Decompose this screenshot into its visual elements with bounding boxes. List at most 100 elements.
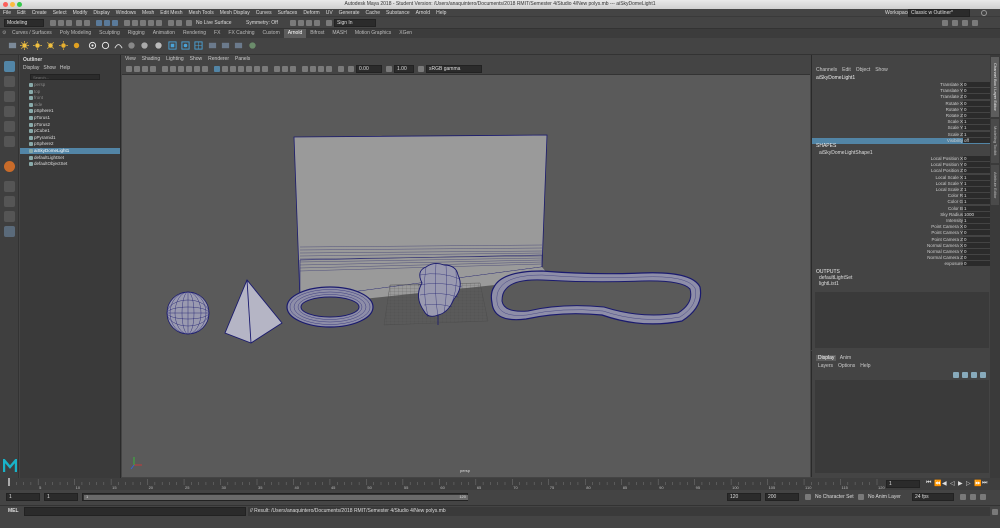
xray-joints-icon[interactable] <box>282 66 288 72</box>
license-icon[interactable] <box>221 41 230 50</box>
channel-row[interactable]: Translate Y0 <box>812 88 991 94</box>
pPyramid1[interactable] <box>224 279 283 344</box>
ipr-render-icon[interactable] <box>298 20 304 26</box>
channel-value-field[interactable]: 1 <box>963 119 991 125</box>
play-backwards-icon[interactable]: ◁ <box>950 480 955 487</box>
channel-row[interactable]: Translate X0 <box>812 82 991 88</box>
render-layer-icon[interactable] <box>181 41 190 50</box>
channel-value-field[interactable]: 1 <box>963 218 991 223</box>
single-view-icon[interactable] <box>4 181 15 192</box>
range-slider-handle[interactable]: 1 120 <box>84 494 468 500</box>
anti-aliasing-icon[interactable] <box>318 66 324 72</box>
channel-row[interactable]: Color B1 <box>812 205 991 212</box>
go-to-start-icon[interactable]: ⏮ <box>926 480 931 487</box>
wireframe-on-shaded-icon[interactable] <box>238 66 244 72</box>
outliner-item-persp[interactable]: persp <box>20 82 120 88</box>
channel-value-field[interactable]: 0 <box>963 88 991 94</box>
channel-row[interactable]: Normal Camera Y0 <box>812 249 991 255</box>
grid-icon[interactable] <box>162 66 168 72</box>
channel-row[interactable]: Local Position Y0 <box>812 162 991 168</box>
gamma-icon[interactable] <box>386 66 392 72</box>
channel-box-object-name[interactable]: aiSkyDomeLight1 <box>816 75 855 81</box>
fps-dropdown[interactable]: 24 fps <box>912 493 954 501</box>
play-forwards-icon[interactable]: ▶ <box>958 480 963 487</box>
depth-of-field-icon[interactable] <box>326 66 332 72</box>
menu-mesh-display[interactable]: Mesh Display <box>220 9 250 17</box>
channel-row[interactable]: Normal Camera X0 <box>812 242 991 249</box>
script-language-toggle[interactable]: MEL <box>8 508 19 514</box>
outliner-item-aiSkyDomeLight1[interactable]: aiSkyDomeLight1 <box>20 148 120 154</box>
outliner-menu-help[interactable]: Help <box>60 65 70 71</box>
menu-uv[interactable]: UV <box>326 9 333 17</box>
anim-end-field[interactable]: 200 <box>765 493 799 501</box>
anim-layer-icon[interactable] <box>858 494 864 500</box>
tab-curves-surfaces[interactable]: Curves / Surfaces <box>8 29 56 38</box>
channel-row[interactable]: Intensity 1 <box>812 218 991 224</box>
channel-row[interactable]: Rotate Y0 <box>812 106 991 113</box>
tab-sculpting[interactable]: Sculpting <box>95 29 124 38</box>
area-light-icon[interactable] <box>33 41 42 50</box>
tab-fx-caching[interactable]: FX Caching <box>224 29 258 38</box>
go-to-end-icon[interactable]: ⏭ <box>982 480 987 487</box>
panel-menu-lighting[interactable]: Lighting <box>166 55 184 64</box>
channel-value-field[interactable]: 1 <box>963 174 991 180</box>
anim-start-field[interactable]: 1 <box>6 493 40 501</box>
output-node-1[interactable]: lightList1 <box>819 281 839 287</box>
auto-key-icon[interactable] <box>970 494 976 500</box>
channel-value-field[interactable]: 0 <box>963 82 991 87</box>
channel-row[interactable]: Local Scale Z1 <box>812 187 991 193</box>
tab-rigging[interactable]: Rigging <box>124 29 149 38</box>
panel-menu-renderer[interactable]: Renderer <box>208 55 229 64</box>
select-component-icon[interactable] <box>112 20 118 26</box>
channel-value-field[interactable]: 0 <box>963 255 991 261</box>
channel-value-field[interactable]: off <box>963 137 991 143</box>
pTorus2[interactable] <box>490 270 702 325</box>
outliner-item-pTorus1[interactable]: pTorus1 <box>20 115 120 121</box>
pTorus1[interactable] <box>286 286 374 328</box>
select-tool-icon[interactable] <box>4 61 15 72</box>
channel-value-field[interactable]: 1 <box>963 199 991 205</box>
save-scene-icon[interactable] <box>66 20 72 26</box>
channel-value-field[interactable]: 1 <box>963 131 991 137</box>
photometric-light-icon[interactable] <box>59 41 68 50</box>
textured-icon[interactable] <box>246 66 252 72</box>
outliner-item-pSphere1[interactable]: pSphere1 <box>20 108 120 114</box>
menu-help[interactable]: Help <box>436 9 446 17</box>
menu-create[interactable]: Create <box>32 9 47 17</box>
mesh-light-icon[interactable] <box>46 41 55 50</box>
channel-row[interactable]: Color R1 <box>812 193 991 199</box>
render-view-icon[interactable] <box>8 41 17 50</box>
paint-select-icon[interactable] <box>4 91 15 102</box>
channel-row[interactable]: Point Camera X0 <box>812 224 991 230</box>
xray-icon[interactable] <box>274 66 280 72</box>
construction-history-icon[interactable] <box>176 20 182 26</box>
gamma-field[interactable]: 1.00 <box>394 65 414 73</box>
range-slider-bar[interactable]: 1 120 <box>82 493 468 501</box>
anim-layer-dropdown[interactable]: No Anim Layer <box>868 494 901 500</box>
texture-icon[interactable] <box>194 41 203 50</box>
outliner-menu-display[interactable]: Display <box>23 65 39 71</box>
select-object-icon[interactable] <box>104 20 110 26</box>
outliner-item-front[interactable]: front <box>20 95 120 101</box>
material-icon[interactable] <box>127 41 136 50</box>
layer-menu-layers[interactable]: Layers <box>818 363 833 369</box>
tab-poly-modeling[interactable]: Poly Modeling <box>56 29 95 38</box>
snap-curve-icon[interactable] <box>132 20 138 26</box>
tab-anim-layers[interactable]: Anim <box>838 355 853 361</box>
outliner-menu-show[interactable]: Show <box>43 65 56 71</box>
menu-mesh-tools[interactable]: Mesh Tools <box>189 9 214 17</box>
select-hierarchy-icon[interactable] <box>96 20 102 26</box>
channel-value-field[interactable]: 0 <box>963 224 991 230</box>
channel-value-field[interactable]: 1 <box>963 205 991 211</box>
outliner-item-top[interactable]: top <box>20 89 120 95</box>
outliner-search-input[interactable] <box>30 74 100 80</box>
step-back-key-icon[interactable]: ⏪ <box>934 480 941 487</box>
menu-substance[interactable]: Substance <box>386 9 410 17</box>
loop-icon[interactable] <box>960 494 966 500</box>
smooth-shade-icon[interactable] <box>222 66 228 72</box>
curve-collector-icon[interactable] <box>114 41 123 50</box>
pSphere1[interactable] <box>166 291 210 335</box>
tab-rendering[interactable]: Rendering <box>179 29 210 38</box>
tab-modelling-toolkit[interactable]: Modelling Toolkit <box>991 119 999 163</box>
channel-value-field[interactable]: 0 <box>963 113 991 118</box>
